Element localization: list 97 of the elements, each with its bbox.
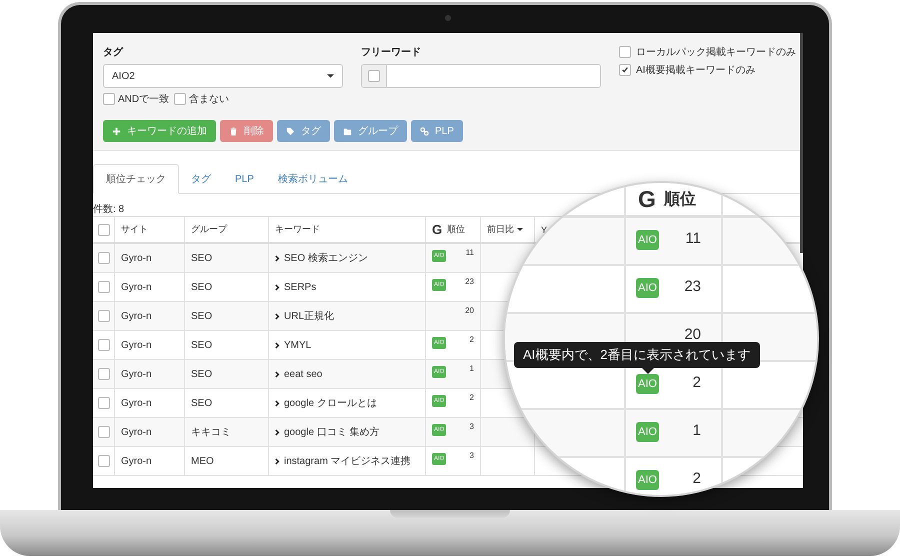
check-icon <box>621 66 629 74</box>
checkbox[interactable] <box>98 455 110 467</box>
table-cell: Gyro-n <box>115 389 185 417</box>
tag-dropdown[interactable]: AIO2 <box>103 64 343 88</box>
trash-icon <box>229 126 238 136</box>
chevron-icon <box>275 342 280 348</box>
aio-badge: AIO <box>636 278 659 298</box>
checkbox-label: ANDで一致 <box>118 93 170 106</box>
checkbox[interactable] <box>98 397 110 409</box>
field-label: フリーワード <box>361 46 422 59</box>
field-label: タグ <box>103 46 124 59</box>
column-header: キーワード <box>275 223 320 236</box>
caret-icon <box>517 228 523 231</box>
checkbox[interactable] <box>98 224 110 236</box>
table-cell: Gyro-n <box>115 273 185 301</box>
table-cell: SEO <box>185 302 269 330</box>
rank-value: 2 <box>470 335 474 344</box>
checkbox[interactable] <box>98 426 110 438</box>
table-cell: Gyro-n <box>115 244 185 272</box>
chevron-icon <box>275 370 280 378</box>
column-header: サイト <box>121 223 148 236</box>
logo: G <box>638 186 656 212</box>
table-cell: Gyro-n <box>115 447 185 475</box>
sort-header[interactable]: 前日比 <box>487 223 523 236</box>
scrollbar[interactable] <box>800 33 803 253</box>
column-header: グループ <box>191 223 227 236</box>
keyword-link[interactable]: eeat seo <box>284 368 322 380</box>
checkbox[interactable] <box>98 310 110 322</box>
rank-value: 23 <box>684 278 701 295</box>
camera-icon <box>445 15 451 21</box>
table-cell: MEO <box>185 447 269 475</box>
chevron-icon <box>275 458 280 464</box>
aio-badge: AIO <box>636 230 659 250</box>
checkbox[interactable] <box>98 252 110 264</box>
tab[interactable]: 検索ボリューム <box>266 165 360 193</box>
table-cell: Gyro-n <box>115 331 185 359</box>
rank-value: 1 <box>470 364 474 373</box>
tooltip-pointer <box>642 368 654 374</box>
checkbox[interactable] <box>619 46 631 58</box>
column-header: 順位 <box>664 190 696 210</box>
keyword-link[interactable]: instagram マイビジネス連携 <box>284 454 411 468</box>
checkbox[interactable] <box>98 281 110 293</box>
checkbox-label: ローカルパック掲載キーワードのみ <box>636 46 796 59</box>
rank-value: 1 <box>692 422 701 439</box>
rank-value: 23 <box>465 277 474 286</box>
checkbox-label: 含まない <box>189 92 230 106</box>
keyword-link[interactable]: google クロールとは <box>284 396 377 410</box>
rank-value: 20 <box>684 326 701 343</box>
chevron-icon <box>275 428 280 436</box>
keyword-link[interactable]: google 口コミ 集め方 <box>284 425 380 439</box>
chevron-icon <box>275 254 280 262</box>
rank-value: 11 <box>685 230 701 247</box>
checkbox[interactable] <box>174 93 186 105</box>
tag-icon <box>286 126 295 136</box>
rank-value: 20 <box>465 306 474 315</box>
column-header: Y <box>541 224 548 234</box>
result-count: 件数: 8 <box>93 203 126 216</box>
table-cell: SEO <box>185 244 269 272</box>
checkbox[interactable] <box>98 339 110 351</box>
column-header: 順位 <box>447 223 466 236</box>
table-cell: Gyro-n <box>115 302 185 330</box>
keyword-link[interactable]: YMYL <box>284 340 312 350</box>
chevron-icon <box>275 312 280 320</box>
table-cell: SEO <box>185 273 269 301</box>
tab[interactable]: タグ <box>179 165 223 193</box>
aio-badge: AIO <box>636 470 659 490</box>
aio-badge: AIO <box>636 374 659 394</box>
chevron-icon <box>275 400 280 406</box>
rank-value: 11 <box>466 248 474 257</box>
link-icon <box>420 126 429 136</box>
aio-badge: AIO <box>636 422 659 442</box>
table-cell: SEO <box>185 360 269 388</box>
logo: G <box>432 222 442 237</box>
chevron-icon <box>275 284 280 290</box>
table-cell: キキコミ <box>185 418 269 446</box>
checkbox[interactable] <box>98 368 110 380</box>
tooltip: AI概要内で、2番目に表示されています <box>514 342 760 368</box>
rank-value: 2 <box>692 470 701 487</box>
rank-value: 3 <box>470 451 474 460</box>
keyword-link[interactable]: SERPs <box>284 282 316 292</box>
rank-value: 2 <box>692 374 701 391</box>
caret-icon <box>327 74 334 78</box>
keyword-link[interactable]: SEO 検索エンジン <box>284 251 368 265</box>
folder-icon <box>343 126 352 136</box>
table-cell: Gyro-n <box>115 418 185 446</box>
tab[interactable]: PLP <box>223 165 266 193</box>
checkbox-label: AI概要掲載キーワードのみ <box>636 64 756 77</box>
rank-value: 2 <box>470 393 474 402</box>
rank-value: 3 <box>470 422 474 431</box>
tab[interactable]: 順位チェック <box>93 164 179 194</box>
plus-icon <box>112 126 121 136</box>
checkbox[interactable] <box>619 64 631 76</box>
table-cell: Gyro-n <box>115 360 185 388</box>
table-cell: SEO <box>185 331 269 359</box>
table-cell: SEO <box>185 389 269 417</box>
keyword-link[interactable]: URL正規化 <box>284 309 334 323</box>
checkbox[interactable] <box>103 93 115 105</box>
